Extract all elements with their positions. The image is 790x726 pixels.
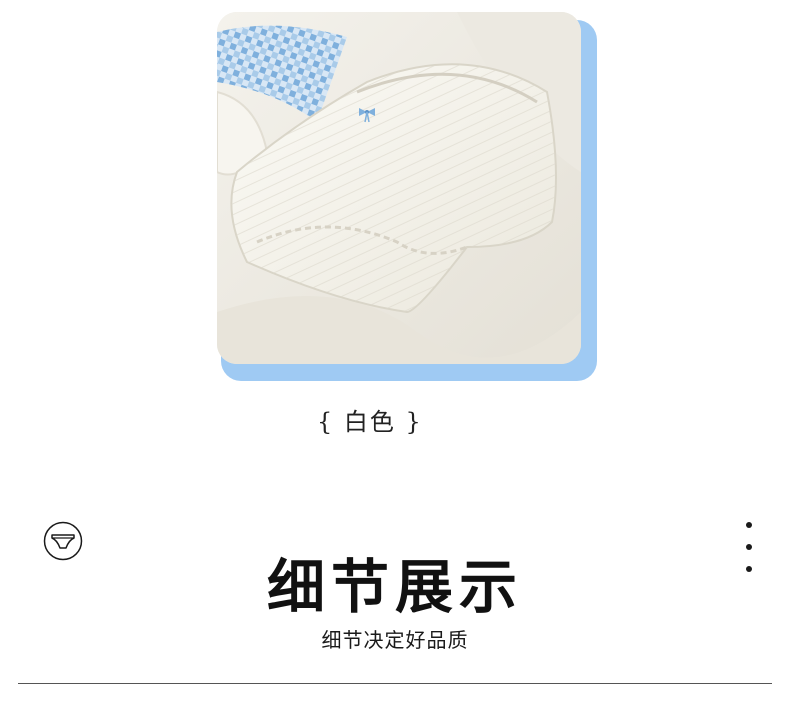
section-title: 细节展示	[266, 553, 523, 621]
color-variant-label: { 白色 }	[317, 408, 423, 436]
section-subtitle: 细节决定好品质	[321, 628, 469, 652]
product-photo	[217, 12, 581, 364]
product-photo-card	[217, 12, 597, 381]
divider	[18, 683, 772, 684]
